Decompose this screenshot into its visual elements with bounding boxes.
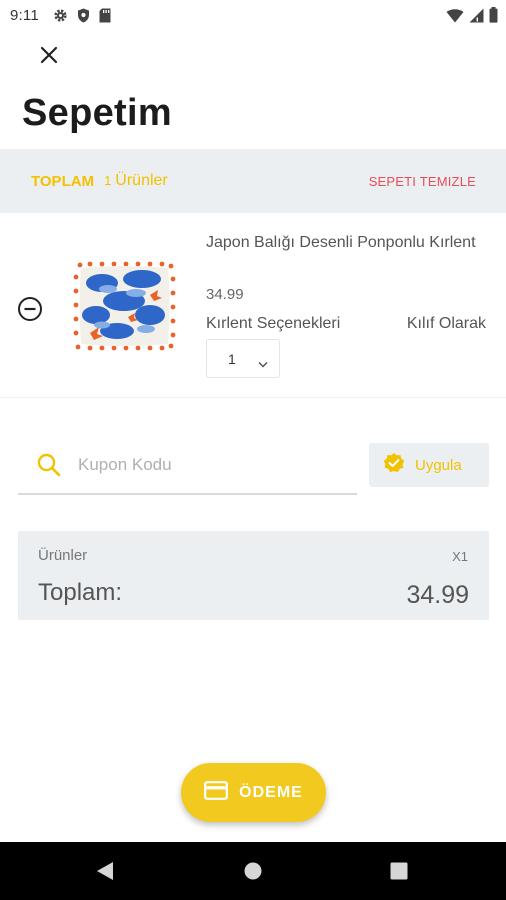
product-name[interactable]: Japon Balığı Desenli Ponponlu Kırlent <box>206 233 476 253</box>
product-option-value: Kılıf Olarak <box>406 315 486 332</box>
product-option-label: Kırlent Seçenekleri <box>206 315 341 332</box>
recents-icon[interactable] <box>390 862 408 885</box>
battery-icon <box>489 7 498 23</box>
home-icon[interactable] <box>244 862 262 885</box>
page-title: Sepetim <box>22 92 172 134</box>
shield-icon <box>77 8 90 23</box>
remove-item-button[interactable] <box>17 296 43 322</box>
summary-item-label: Ürünler <box>115 172 168 189</box>
product-image[interactable] <box>72 259 176 353</box>
minus-circle-icon <box>17 297 43 326</box>
sd-card-icon <box>99 8 111 23</box>
checkout-label: ÖDEME <box>239 783 303 801</box>
status-time: 9:11 <box>10 6 39 24</box>
summary-item-count: 1 Ürünler <box>104 172 168 190</box>
coupon-field[interactable] <box>18 438 357 495</box>
gear-icon <box>53 8 68 23</box>
product-price: 34.99 <box>206 286 244 303</box>
clear-cart-button[interactable]: SEPETI TEMIZLE <box>369 174 476 189</box>
close-icon <box>40 46 58 69</box>
back-icon[interactable] <box>96 861 114 886</box>
close-button[interactable] <box>34 42 64 72</box>
cell-signal-icon <box>469 8 484 23</box>
checkout-button[interactable]: ÖDEME <box>181 763 326 822</box>
summary-total-label: TOPLAM <box>31 172 95 190</box>
credit-card-icon <box>204 780 229 805</box>
order-totals: Ürünler X1 Toplam: 34.99 <box>18 531 489 620</box>
quantity-value: 1 <box>228 350 236 367</box>
totals-total-value: 34.99 <box>406 581 469 609</box>
status-bar: 9:11 <box>0 0 506 30</box>
totals-total-label: Toplam: <box>38 579 123 606</box>
status-right-icons <box>446 7 498 23</box>
totals-items-label: Ürünler <box>38 547 88 564</box>
system-nav-bar <box>0 842 506 900</box>
coupon-input[interactable] <box>78 450 348 480</box>
wifi-icon <box>446 8 464 23</box>
apply-coupon-button[interactable]: Uygula <box>369 443 489 487</box>
chevron-down-icon <box>258 355 268 373</box>
search-icon <box>36 452 62 483</box>
quantity-select[interactable]: 1 <box>206 339 280 378</box>
status-left-icons <box>53 8 111 23</box>
summary-item-count-number: 1 <box>104 173 112 188</box>
check-badge-icon <box>383 452 405 479</box>
cart-summary-strip: TOPLAM 1 Ürünler SEPETI TEMIZLE <box>0 149 506 213</box>
apply-coupon-label: Uygula <box>415 456 462 474</box>
totals-items-count: X1 <box>452 549 468 564</box>
cart-item: Japon Balığı Desenli Ponponlu Kırlent 34… <box>0 214 506 398</box>
